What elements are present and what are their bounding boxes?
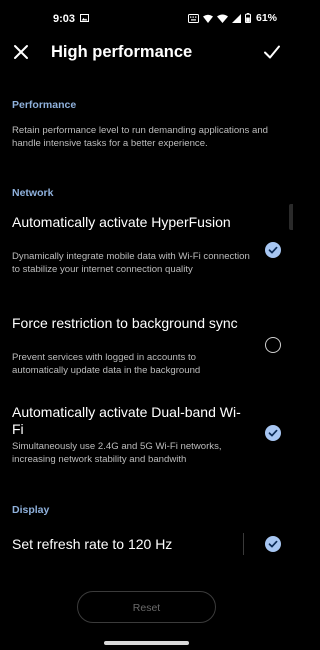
status-icons: 61% [187,12,277,24]
reset-button-label: Reset [132,602,161,614]
hyperfusion-checkbox[interactable] [265,242,281,258]
performance-description: Retain performance level to run demandin… [12,125,268,149]
section-header-network: Network [12,187,54,199]
refresh-rate-checkbox[interactable] [265,536,281,552]
setting-row-refresh-rate[interactable]: Set refresh rate to 120 Hz [0,530,293,558]
check-icon [268,246,278,254]
setting-title: Force restriction to background sync [12,315,238,331]
setting-row-hyperfusion[interactable]: Automatically activate HyperFusion Dynam… [0,212,293,292]
gesture-nav-bar[interactable] [104,641,189,645]
setting-row-dual-band-wifi[interactable]: Automatically activate Dual-band Wi-Fi S… [0,402,293,470]
status-time: 9:03 [53,13,76,25]
setting-row-background-sync[interactable]: Force restriction to background sync Pre… [0,313,293,379]
wifi-icon [216,14,228,23]
section-header-performance: Performance [12,99,77,111]
setting-title: Automatically activate HyperFusion [12,214,231,230]
setting-description: Prevent services with logged in accounts… [12,352,201,376]
section-header-display: Display [12,504,50,516]
reset-button[interactable]: Reset [77,591,216,623]
check-icon [268,540,278,548]
confirm-check-icon[interactable] [262,42,282,62]
battery-percent: 61% [255,12,277,24]
setting-title: Automatically activate Dual-band Wi-Fi [12,404,241,437]
vertical-divider [243,533,244,555]
battery-icon [244,13,251,23]
dual-band-wifi-checkbox[interactable] [265,425,281,441]
signal-bars-icon [231,13,241,23]
image-icon [80,14,89,22]
edge-handle[interactable] [289,204,293,230]
app-bar: High performance [0,36,293,70]
setting-description: Simultaneously use 2.4G and 5G Wi-Fi net… [12,441,222,465]
signal-icon [202,14,213,23]
setting-description: Dynamically integrate mobile data with W… [12,251,250,275]
keyboard-icon [187,13,199,23]
status-bar: 9:03 61% [0,0,293,38]
check-icon [268,429,278,437]
setting-title: Set refresh rate to 120 Hz [12,536,173,552]
page-title: High performance [51,43,193,61]
close-icon[interactable] [12,43,30,61]
background-sync-checkbox[interactable] [265,337,281,353]
